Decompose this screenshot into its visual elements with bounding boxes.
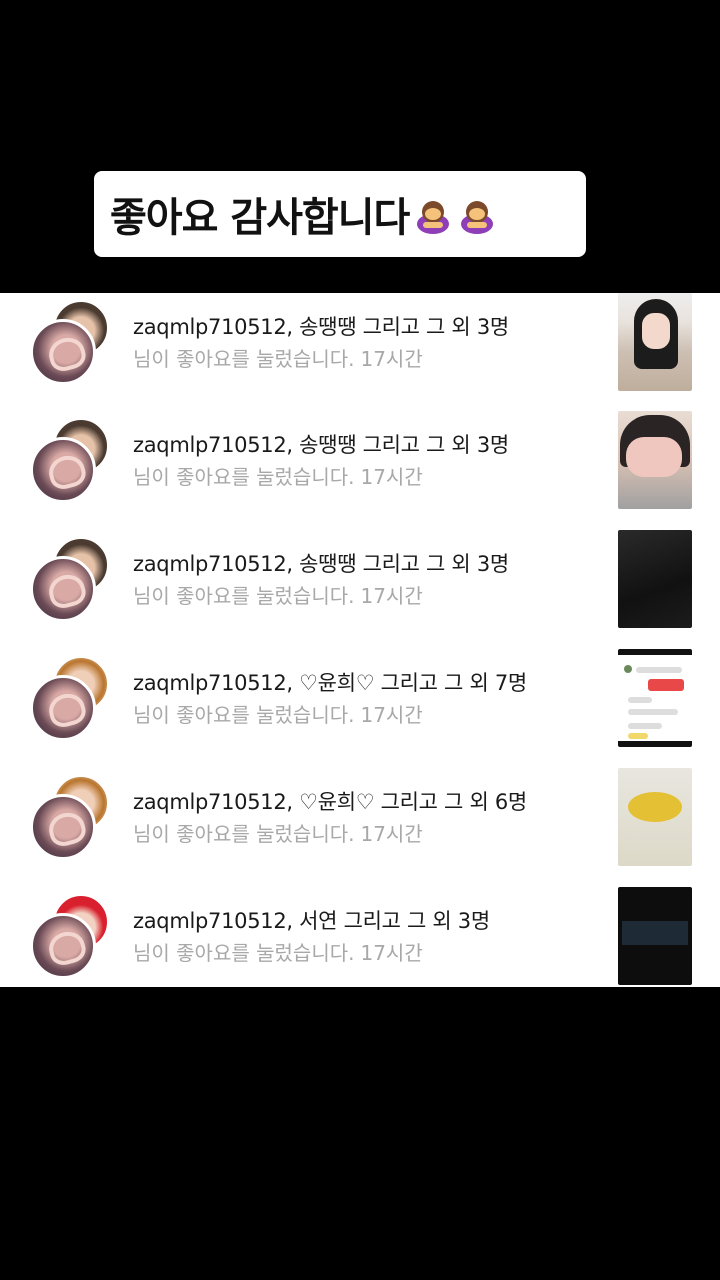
- post-thumbnail[interactable]: [618, 411, 692, 509]
- caption-text: 좋아요 감사합니다: [110, 195, 410, 241]
- post-thumbnail[interactable]: [618, 293, 692, 391]
- message-text: 님이 좋아요를 눌렀습니다.: [133, 941, 355, 965]
- chat-bubble: [636, 667, 682, 673]
- notification-message: 님이 좋아요를 눌렀습니다. 17시간: [133, 580, 423, 609]
- post-thumbnail[interactable]: [618, 649, 692, 747]
- message-text: 님이 좋아요를 눌렀습니다.: [133, 703, 355, 727]
- person-bowing-icon: [461, 201, 494, 234]
- chat-bubble: [628, 697, 652, 703]
- notification-message: 님이 좋아요를 눌렀습니다. 17시간: [133, 818, 423, 847]
- caption-banner: 좋아요 감사합니다: [94, 171, 586, 257]
- notification-users[interactable]: zaqmlp710512, ♡윤희♡ 그리고 그 외 7명: [133, 667, 527, 697]
- timestamp: 17시간: [360, 347, 423, 371]
- avatar[interactable]: [30, 437, 96, 503]
- notification-message: 님이 좋아요를 눌렀습니다. 17시간: [133, 937, 423, 966]
- notification-message: 님이 좋아요를 눌렀습니다. 17시간: [133, 699, 423, 728]
- message-text: 님이 좋아요를 눌렀습니다.: [133, 822, 355, 846]
- avatar-group[interactable]: [30, 299, 114, 385]
- notification-row[interactable]: zaqmlp710512, 송땡땡 그리고 그 외 3명 님이 좋아요를 눌렀습…: [0, 293, 720, 411]
- notification-users[interactable]: zaqmlp710512, ♡윤희♡ 그리고 그 외 6명: [133, 786, 527, 816]
- avatar[interactable]: [30, 794, 96, 860]
- bottom-black-area: [0, 987, 720, 1280]
- notification-users[interactable]: zaqmlp710512, 송땡땡 그리고 그 외 3명: [133, 311, 509, 341]
- notification-message: 님이 좋아요를 눌렀습니다. 17시간: [133, 343, 423, 372]
- timestamp: 17시간: [360, 941, 423, 965]
- chat-bubble: [628, 709, 678, 715]
- avatar-group[interactable]: [30, 893, 114, 979]
- timestamp: 17시간: [360, 822, 423, 846]
- avatar-group[interactable]: [30, 417, 114, 503]
- notification-row[interactable]: zaqmlp710512, ♡윤희♡ 그리고 그 외 7명 님이 좋아요를 눌렀…: [0, 649, 720, 767]
- notification-row[interactable]: zaqmlp710512, 송땡땡 그리고 그 외 3명 님이 좋아요를 눌렀습…: [0, 530, 720, 648]
- person-bowing-icon: [417, 201, 450, 234]
- post-thumbnail[interactable]: [618, 887, 692, 985]
- avatar-group[interactable]: [30, 536, 114, 622]
- notification-message: 님이 좋아요를 눌렀습니다. 17시간: [133, 461, 423, 490]
- avatar[interactable]: [30, 675, 96, 741]
- notification-row[interactable]: zaqmlp710512, 송땡땡 그리고 그 외 3명 님이 좋아요를 눌렀습…: [0, 411, 720, 529]
- timestamp: 17시간: [360, 584, 423, 608]
- avatar[interactable]: [30, 913, 96, 979]
- post-thumbnail[interactable]: [618, 530, 692, 628]
- avatar[interactable]: [30, 556, 96, 622]
- notification-list: zaqmlp710512, 송땡땡 그리고 그 외 3명 님이 좋아요를 눌렀습…: [0, 293, 720, 987]
- timestamp: 17시간: [360, 465, 423, 489]
- notification-users[interactable]: zaqmlp710512, 송땡땡 그리고 그 외 3명: [133, 429, 509, 459]
- avatar-group[interactable]: [30, 774, 114, 860]
- message-text: 님이 좋아요를 눌렀습니다.: [133, 465, 355, 489]
- notification-users[interactable]: zaqmlp710512, 서연 그리고 그 외 3명: [133, 905, 490, 935]
- chat-bubble: [628, 733, 648, 739]
- avatar-group[interactable]: [30, 655, 114, 741]
- notification-row[interactable]: zaqmlp710512, ♡윤희♡ 그리고 그 외 6명 님이 좋아요를 눌렀…: [0, 768, 720, 886]
- message-text: 님이 좋아요를 눌렀습니다.: [133, 347, 355, 371]
- notification-users[interactable]: zaqmlp710512, 송땡땡 그리고 그 외 3명: [133, 548, 509, 578]
- chat-avatar-icon: [624, 665, 632, 673]
- chat-bubble: [628, 723, 662, 729]
- avatar[interactable]: [30, 319, 96, 385]
- message-text: 님이 좋아요를 눌렀습니다.: [133, 584, 355, 608]
- chat-bubble: [648, 679, 684, 691]
- post-thumbnail[interactable]: [618, 768, 692, 866]
- timestamp: 17시간: [360, 703, 423, 727]
